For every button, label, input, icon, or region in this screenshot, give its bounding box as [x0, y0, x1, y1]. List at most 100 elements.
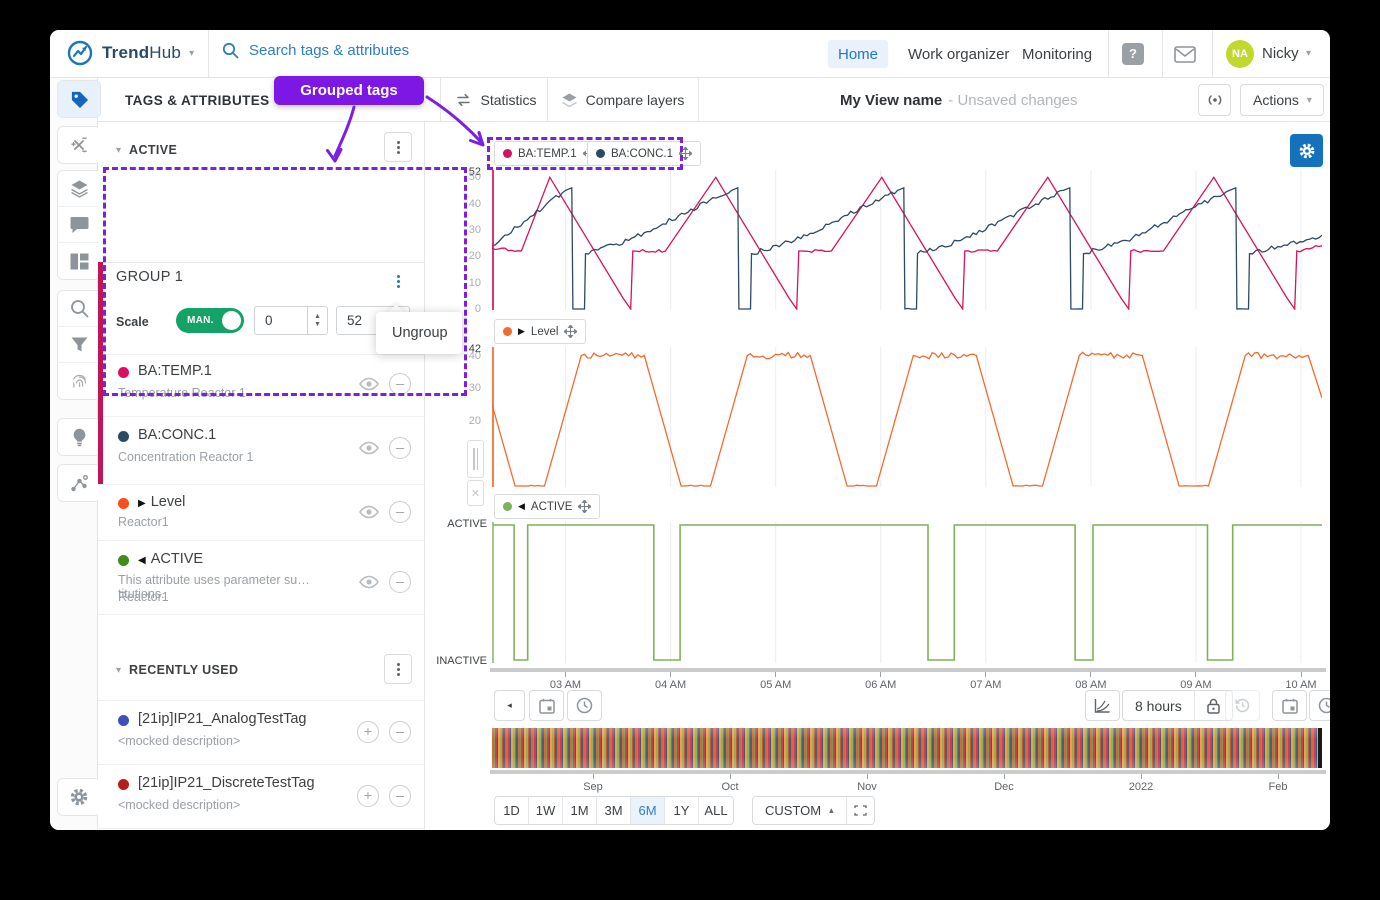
tag-row-ba-conc1[interactable]: BA:CONC.1 Concentration Reactor 1 – — [98, 416, 425, 484]
end-time-button[interactable] — [1309, 690, 1330, 721]
user-menu-chevron-icon[interactable]: ▾ — [1306, 48, 1311, 59]
compare-trends-button[interactable] — [1085, 690, 1120, 721]
chart2-plot[interactable] — [492, 347, 1322, 487]
rail-dashboard-button[interactable] — [58, 243, 100, 279]
avatar[interactable]: NA — [1226, 40, 1254, 68]
panel-resize-handle[interactable] — [467, 440, 484, 478]
rail-filter-button[interactable] — [58, 327, 100, 363]
panel-header-bar: TAGS & ATTRIBUTES Statistics Compare lay… — [50, 78, 1330, 122]
start-time-button[interactable] — [567, 690, 602, 721]
recently-used-menu-button[interactable] — [384, 654, 412, 684]
range-button-1y[interactable]: 1Y — [665, 797, 699, 824]
recently-used-header[interactable]: ▾ RECENTLY USED — [98, 650, 425, 690]
rail-layers-button[interactable] — [58, 171, 100, 207]
search-bar[interactable] — [222, 42, 529, 59]
move-icon[interactable] — [564, 325, 577, 338]
rail-calculations-button[interactable] — [58, 127, 100, 163]
collapse-chevron-icon[interactable]: ▾ — [116, 665, 121, 676]
recent-row-discrete[interactable]: [21ip]IP21_DiscreteTestTag <mocked descr… — [98, 764, 425, 828]
collapse-chevron-icon[interactable]: ▾ — [116, 145, 121, 156]
legend-chip-level[interactable]: ▶ Level — [494, 319, 586, 344]
range-button-1m[interactable]: 1M — [563, 797, 597, 824]
brand-chevron-icon[interactable]: ▾ — [189, 48, 194, 59]
remove-tag-button[interactable]: – — [389, 437, 411, 459]
remove-tag-button[interactable]: – — [389, 785, 411, 807]
fingerprint-icon — [70, 372, 89, 391]
active-section-menu-button[interactable] — [384, 132, 412, 162]
tab-compare-layers[interactable]: Compare layers — [555, 78, 690, 122]
pan-left-button[interactable]: ◂ — [494, 690, 525, 721]
remove-tag-button[interactable]: – — [389, 721, 411, 743]
ungroup-menu-item[interactable]: Ungroup — [376, 312, 462, 354]
add-tag-button[interactable]: + — [357, 721, 379, 743]
broadcast-button[interactable] — [1198, 84, 1231, 116]
context-frame-button[interactable] — [846, 797, 874, 824]
recent-row-analog[interactable]: [21ip]IP21_AnalogTestTag <mocked descrip… — [98, 700, 425, 764]
history-button[interactable] — [1225, 690, 1260, 721]
remove-tag-button[interactable]: – — [389, 501, 411, 523]
tag-row-ba-temp1[interactable]: BA:TEMP.1 Temperature Reactor 1 – — [98, 354, 425, 416]
rail-comments-button[interactable] — [58, 207, 100, 243]
eye-icon[interactable] — [359, 575, 379, 589]
chart3-plot[interactable] — [492, 522, 1322, 663]
duration-button[interactable]: 8 hours — [1123, 690, 1194, 721]
range-button-3m[interactable]: 3M — [597, 797, 631, 824]
start-date-button[interactable] — [529, 690, 564, 721]
nav-work-organizer[interactable]: Work organizer — [898, 40, 1019, 68]
custom-range-control: CUSTOM▴ — [752, 796, 875, 825]
remove-tag-button[interactable]: – — [389, 571, 411, 593]
group-menu-button[interactable] — [384, 266, 412, 296]
active-section-header[interactable]: ▾ ACTIVE — [98, 130, 425, 170]
move-icon[interactable] — [679, 147, 692, 160]
recent-row-turing[interactable]: TuringAnalogImport + – — [98, 828, 425, 830]
chart-settings-button[interactable] — [1290, 134, 1323, 167]
add-tag-button[interactable]: + — [357, 785, 379, 807]
brand-logo[interactable]: TrendHub ▾ — [66, 39, 194, 67]
overview-timeline[interactable] — [492, 728, 1322, 768]
rail-recommendations-button[interactable] — [58, 419, 100, 455]
series-label: ACTIVE — [531, 501, 573, 513]
grouped-tags-tooltip: Grouped tags — [274, 76, 424, 105]
nav-monitoring[interactable]: Monitoring — [1012, 40, 1102, 68]
gear-icon — [69, 787, 89, 807]
search-icon — [70, 299, 89, 318]
eye-icon[interactable] — [359, 441, 379, 455]
eye-icon[interactable] — [359, 505, 379, 519]
nav-home[interactable]: Home — [828, 40, 888, 68]
range-button-1w[interactable]: 1W — [529, 797, 563, 824]
scale-min-input[interactable]: 0 ▲▼ — [254, 306, 328, 335]
range-button-all[interactable]: ALL — [699, 797, 733, 824]
tag-row-level[interactable]: ▶Level Reactor1 – — [98, 484, 425, 540]
panel-collapse-button[interactable]: ✕ — [467, 480, 484, 506]
range-button-6m[interactable]: 6M — [631, 797, 665, 824]
rail-settings-button[interactable] — [58, 779, 100, 815]
x-tick-label: 05 AM — [746, 672, 806, 691]
mail-icon[interactable] — [1174, 46, 1196, 63]
comment-icon — [70, 216, 89, 233]
legend-chip-active[interactable]: ◀ ACTIVE — [494, 494, 600, 519]
range-button-1d[interactable]: 1D — [495, 797, 529, 824]
calendar-icon — [1282, 698, 1298, 714]
end-date-button[interactable] — [1272, 690, 1307, 721]
overview-right-handle[interactable] — [1318, 728, 1322, 768]
overview-tick-label: Feb — [1248, 774, 1308, 793]
remove-tag-button[interactable]: – — [389, 373, 411, 395]
user-name[interactable]: Nicky — [1262, 45, 1299, 62]
scale-manual-toggle[interactable]: MAN. — [176, 308, 244, 333]
help-button[interactable]: ? — [1122, 43, 1144, 65]
eye-icon[interactable] — [359, 377, 379, 391]
chart1-y-axis: 5250403020100 — [445, 170, 487, 310]
rail-model-button[interactable] — [58, 465, 100, 501]
actions-button[interactable]: Actions▾ — [1240, 84, 1324, 116]
rail-tags-button[interactable] — [58, 81, 100, 117]
legend-chip-ba-conc1[interactable]: BA:CONC.1 — [587, 141, 701, 166]
stepper-arrows[interactable]: ▲▼ — [307, 307, 327, 334]
rail-search-button[interactable] — [58, 291, 100, 327]
search-input[interactable] — [249, 42, 529, 59]
tab-statistics[interactable]: Statistics — [448, 78, 544, 122]
chart1-plot[interactable] — [492, 170, 1322, 310]
custom-range-button[interactable]: CUSTOM▴ — [753, 797, 846, 824]
rail-fingerprint-button[interactable] — [58, 363, 100, 399]
move-icon[interactable] — [578, 500, 591, 513]
tag-row-active[interactable]: ◀ACTIVE This attribute uses parameter su… — [98, 540, 425, 614]
